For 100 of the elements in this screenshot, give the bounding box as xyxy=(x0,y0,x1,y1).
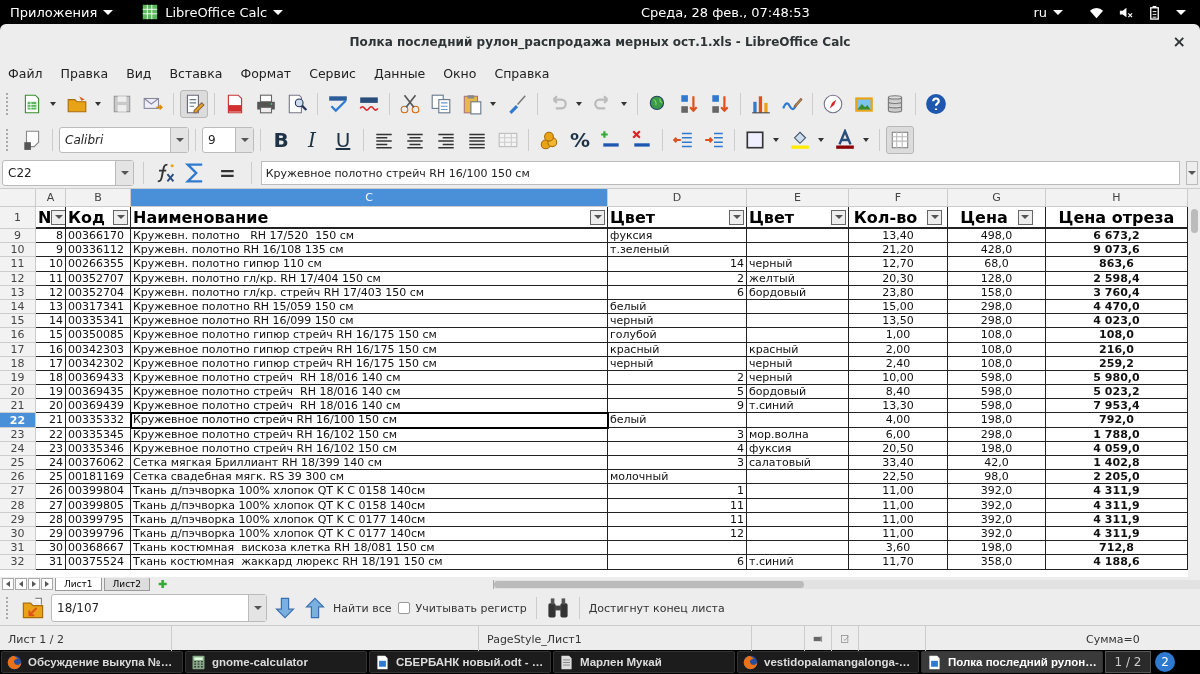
sheet-navigation-icon[interactable] xyxy=(15,578,27,590)
menu-item[interactable]: Вид xyxy=(126,65,152,81)
filter-button[interactable] xyxy=(590,209,605,225)
caret-icon[interactable] xyxy=(773,138,779,142)
table-cell: желтый xyxy=(747,271,849,286)
taskbar-item[interactable]: gnome-calculator xyxy=(185,651,367,673)
edit-document-button[interactable] xyxy=(180,90,208,118)
table-cell: 11,00 xyxy=(849,512,948,527)
search-field[interactable]: 18/107 xyxy=(51,594,267,622)
table-cell: черный xyxy=(608,314,747,329)
menu-item[interactable]: Формат xyxy=(240,65,292,81)
table-cell: 198,0 xyxy=(948,541,1046,556)
checkbox[interactable] xyxy=(397,602,410,614)
taskbar-item[interactable]: Марлен Мукай xyxy=(553,651,735,673)
row-header[interactable]: 9 xyxy=(0,229,36,244)
row-header[interactable]: 16 xyxy=(0,328,36,343)
active-app-menu[interactable]: LibreOffice Calc xyxy=(165,4,268,20)
menu-item[interactable]: Вставка xyxy=(169,65,223,81)
find-next-button[interactable] xyxy=(273,596,297,620)
table-cell: фуксия xyxy=(747,441,849,456)
row-header[interactable]: 31 xyxy=(0,541,36,556)
sheet-tab[interactable]: Лист2 xyxy=(103,577,151,591)
column-header[interactable]: A xyxy=(36,189,66,207)
sheet-navigation-icon[interactable] xyxy=(28,578,40,590)
table-cell: 00266355 xyxy=(66,257,131,272)
caret-icon[interactable] xyxy=(621,102,627,106)
caret-icon[interactable] xyxy=(50,102,56,106)
sheet-navigation-icon[interactable] xyxy=(41,578,53,590)
font-name-field[interactable]: Calibri xyxy=(59,127,189,153)
row-header[interactable]: 25 xyxy=(0,456,36,471)
filter-button[interactable] xyxy=(113,209,128,225)
table-cell: 8 xyxy=(36,229,66,244)
table-cell: 4 311,9 xyxy=(1046,512,1188,527)
table-cell: 42,0 xyxy=(948,456,1046,471)
keyboard-layout[interactable]: ru xyxy=(1033,4,1047,20)
workspace-switcher[interactable]: 1 / 2 xyxy=(1105,651,1151,673)
menu-item[interactable]: Правка xyxy=(60,65,109,81)
column-header[interactable]: G xyxy=(948,189,1046,207)
scrollbar-thumb[interactable] xyxy=(494,580,805,588)
italic-button[interactable]: I xyxy=(298,126,326,154)
font-size-field[interactable]: 9 xyxy=(202,127,254,153)
menu-item[interactable]: Окно xyxy=(443,65,477,81)
find-previous-button[interactable] xyxy=(303,596,327,620)
filter-button[interactable] xyxy=(1017,209,1033,225)
taskbar-item[interactable]: СБЕРБАНК новый.odt - … xyxy=(369,651,551,673)
underline-button[interactable]: U xyxy=(329,126,357,154)
name-box[interactable]: C22 xyxy=(2,160,134,186)
caret-icon[interactable] xyxy=(576,102,582,106)
column-header[interactable]: D xyxy=(608,189,747,207)
formula-input[interactable]: Кружевное полотно стрейч RH 16/100 150 см xyxy=(260,161,1180,185)
bold-button[interactable]: B xyxy=(267,126,295,154)
caret-icon[interactable] xyxy=(863,138,869,142)
row-header[interactable]: 32 xyxy=(0,555,36,570)
notification-badge[interactable]: 2 xyxy=(1155,652,1175,672)
checkbox-label[interactable]: Учитывать регистр xyxy=(415,601,527,615)
table-cell: черный xyxy=(747,370,849,386)
filter-button[interactable] xyxy=(729,209,744,225)
filter-button[interactable] xyxy=(831,209,846,225)
expand-button[interactable] xyxy=(1186,161,1198,185)
function-button[interactable]: = xyxy=(213,161,242,185)
applications-menu[interactable]: Приложения xyxy=(10,4,98,20)
battery-icon[interactable] xyxy=(1147,4,1162,20)
percent-button[interactable]: % xyxy=(566,126,594,154)
row-header[interactable]: 21 xyxy=(0,399,36,414)
find-all-button[interactable]: Найти все xyxy=(333,601,392,615)
menu-item[interactable]: Данные xyxy=(373,65,426,81)
binoculars-icon[interactable] xyxy=(545,596,570,620)
table-cell: 00335332 xyxy=(66,413,131,428)
caret-icon[interactable] xyxy=(95,102,101,106)
menu-item[interactable]: Сервис xyxy=(309,65,356,81)
taskbar-item[interactable]: vestidopalamangalonga-… xyxy=(737,651,919,673)
taskbar-item[interactable]: Обсуждение выкупа №… xyxy=(1,651,183,673)
column-title: Цена отреза xyxy=(1058,207,1175,227)
column-header[interactable]: E xyxy=(747,189,849,207)
filter-button[interactable] xyxy=(51,209,65,225)
row-header[interactable]: 1 xyxy=(0,207,36,229)
row-header[interactable]: 10 xyxy=(0,243,36,258)
table-cell: фуксия xyxy=(608,229,747,244)
scrollbar-thumb[interactable] xyxy=(1190,209,1198,233)
table-cell: 498,0 xyxy=(948,229,1046,244)
menu-item[interactable]: Справка xyxy=(494,65,550,81)
row-header[interactable]: 20 xyxy=(0,385,36,400)
caret-icon[interactable] xyxy=(490,102,496,106)
caret-icon[interactable] xyxy=(818,138,824,142)
row-header[interactable]: 11 xyxy=(0,257,36,272)
row-header[interactable]: 27 xyxy=(0,484,36,499)
clock[interactable]: Среда, 28 фев., 07:48:53 xyxy=(520,4,810,20)
sheet-tab[interactable]: Лист1 xyxy=(55,577,102,591)
gridlines-button[interactable] xyxy=(886,126,914,154)
close-button[interactable]: × xyxy=(1168,33,1190,51)
taskbar-item[interactable]: Полка последний рулон… xyxy=(921,651,1103,673)
menu-item[interactable]: Файл xyxy=(8,65,43,81)
filter-button[interactable] xyxy=(927,209,943,225)
row-header[interactable]: 26 xyxy=(0,470,36,485)
table-cell: 00317341 xyxy=(66,299,131,315)
row-header[interactable]: 15 xyxy=(0,314,36,329)
column-header[interactable]: F xyxy=(849,189,948,207)
table-cell: 598,0 xyxy=(948,370,1046,386)
table-cell: 14 xyxy=(36,314,66,329)
sheet-navigation-icon[interactable] xyxy=(2,578,14,590)
